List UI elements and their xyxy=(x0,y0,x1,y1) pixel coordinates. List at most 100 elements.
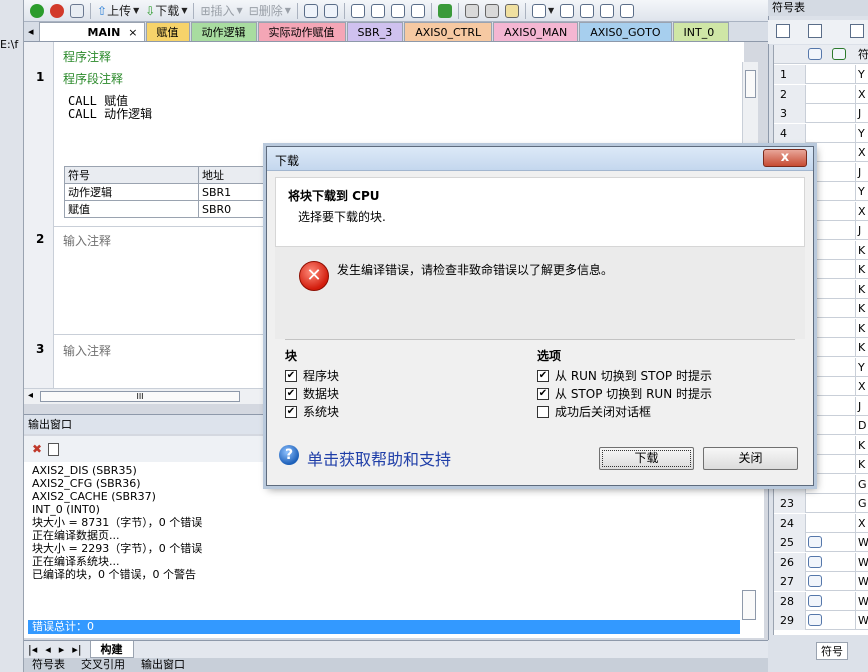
symbol-cell[interactable]: Y xyxy=(858,124,865,143)
nav-first-icon[interactable]: |◂ xyxy=(28,643,37,656)
scroll-thumb[interactable]: III xyxy=(40,391,240,402)
symbol-cell[interactable]: W xyxy=(858,533,868,552)
symbol-cell[interactable]: K xyxy=(858,241,865,260)
symbol-row[interactable]: 29 W xyxy=(774,611,868,630)
checkbox-system-block[interactable]: ✔ 系统块 xyxy=(285,403,339,420)
comment-cell[interactable] xyxy=(830,416,856,435)
nav-last-icon[interactable]: ▸| xyxy=(72,643,81,656)
insert-button[interactable]: ⊞ 插入 ▼ xyxy=(198,2,244,20)
tab-symbol[interactable]: 符号 xyxy=(816,642,848,660)
add-symbol-icon[interactable] xyxy=(776,24,790,38)
nav-next-icon[interactable]: ▸ xyxy=(59,643,65,656)
comment-cell[interactable] xyxy=(830,435,856,455)
comment-cell[interactable] xyxy=(830,221,856,240)
output-log[interactable]: AXIS2_DIS (SBR35) AXIS2_CFG (SBR36) AXIS… xyxy=(24,462,764,638)
unlock-icon[interactable] xyxy=(483,2,501,20)
comment-cell[interactable] xyxy=(830,552,856,572)
symbol-row[interactable]: 2X xyxy=(774,84,868,104)
run-icon[interactable] xyxy=(28,2,46,20)
edit-icon[interactable] xyxy=(578,2,596,20)
comment-cell[interactable] xyxy=(830,143,856,162)
comment-cell[interactable] xyxy=(830,572,856,591)
copy-icon[interactable] xyxy=(48,442,60,456)
comment-cell[interactable] xyxy=(830,591,856,611)
output-scroll-thumb[interactable] xyxy=(742,590,756,620)
comment-cell[interactable] xyxy=(830,611,856,630)
tab-cross-reference[interactable]: 交叉引用 xyxy=(81,658,125,672)
network-icon[interactable] xyxy=(302,2,320,20)
symbol-cell[interactable]: D xyxy=(858,416,866,435)
tab-axis0-goto[interactable]: AXIS0_GOTO xyxy=(579,22,672,41)
comment-cell[interactable] xyxy=(830,201,856,221)
comment-cell[interactable] xyxy=(830,533,856,552)
symbol-cell[interactable]: X xyxy=(858,85,866,104)
symbol-cell[interactable]: J xyxy=(858,163,861,182)
network-comment[interactable]: 程序段注释 xyxy=(63,70,123,87)
checkbox[interactable]: ✔ xyxy=(285,405,297,418)
comment-cell[interactable] xyxy=(830,84,856,104)
nav-prev-icon[interactable]: ◂ xyxy=(45,643,51,656)
comment-cell[interactable] xyxy=(830,260,856,279)
download-button[interactable]: 下载 xyxy=(599,447,694,470)
comment-cell[interactable] xyxy=(830,182,856,201)
delete-button[interactable]: ⊟ 删除 ▼ xyxy=(247,2,293,20)
checkbox-close-on-success[interactable]: 成功后关闭对话框 xyxy=(537,403,651,420)
comment-cell[interactable] xyxy=(830,338,856,357)
comment-cell[interactable] xyxy=(830,396,856,416)
checkbox-data-block[interactable]: ✔ 数据块 xyxy=(285,385,339,402)
symbol-cell[interactable]: W xyxy=(858,572,868,591)
comment-cell[interactable] xyxy=(830,455,856,474)
comment-cell[interactable] xyxy=(830,65,856,84)
close-icon[interactable]: x xyxy=(763,149,807,167)
symbol-row[interactable]: 1Y xyxy=(774,65,868,84)
checkbox[interactable] xyxy=(537,405,549,418)
checkbox-run-to-stop[interactable]: ✔ 从 RUN 切换到 STOP 时提示 xyxy=(537,367,712,384)
symbol-cell[interactable]: K xyxy=(858,280,865,299)
download-button[interactable]: ⇩ 下载 ▼ xyxy=(143,2,189,20)
tab-build[interactable]: 构建 xyxy=(89,641,134,658)
tab-actual-action-assign[interactable]: 实际动作赋值 xyxy=(257,22,346,41)
error-total-line[interactable]: 错误总计：0 xyxy=(28,620,740,634)
sort-icon[interactable] xyxy=(850,24,864,38)
symbol-cell[interactable]: G xyxy=(858,494,867,513)
upload-button[interactable]: ⇧ 上传 ▼ xyxy=(95,2,141,20)
symbol-row[interactable]: 24 X xyxy=(774,513,868,533)
tab-symbol-table[interactable]: 符号表 xyxy=(32,658,65,672)
symbol-cell[interactable]: J xyxy=(858,104,861,123)
symbol-cell[interactable]: W xyxy=(858,592,868,611)
symbol-cell[interactable]: K xyxy=(858,338,865,357)
table-icon[interactable] xyxy=(558,2,576,20)
network-comment[interactable]: 输入注释 xyxy=(63,232,111,249)
comment-cell[interactable] xyxy=(830,318,856,338)
pen-icon[interactable] xyxy=(618,2,636,20)
help-icon[interactable]: ? xyxy=(279,445,299,465)
symbol-cell[interactable]: Y xyxy=(858,358,865,377)
symbol-cell[interactable]: K xyxy=(858,319,865,338)
symbol-cell[interactable]: X xyxy=(858,143,866,162)
comment-cell[interactable] xyxy=(830,357,856,377)
symbol-cell[interactable]: K xyxy=(858,455,865,474)
lock-icon[interactable] xyxy=(463,2,481,20)
symbol-row[interactable]: 28 W xyxy=(774,591,868,611)
symbol-cell[interactable]: J xyxy=(858,397,861,416)
close-button[interactable]: 关闭 xyxy=(703,447,798,470)
table-row[interactable]: 动作逻辑 SBR1 xyxy=(64,183,295,201)
comment-cell[interactable] xyxy=(830,123,856,143)
comment-cell[interactable] xyxy=(830,162,856,182)
checkbox-program-block[interactable]: ✔ 程序块 xyxy=(285,367,339,384)
symbol-row[interactable]: 25 W xyxy=(774,533,868,552)
properties-icon[interactable] xyxy=(598,2,616,20)
program-comment[interactable]: 程序注释 xyxy=(63,48,111,65)
symbol-cell[interactable]: K xyxy=(858,260,865,279)
protect-icon[interactable] xyxy=(503,2,521,20)
checkbox[interactable]: ✔ xyxy=(537,387,549,400)
view-icon[interactable]: ▼ xyxy=(530,2,556,20)
comment-cell[interactable] xyxy=(830,377,856,396)
symbol-cell[interactable]: J xyxy=(858,221,861,240)
comment-cell[interactable] xyxy=(830,474,856,494)
scroll-thumb[interactable] xyxy=(745,70,756,98)
tab-axis0-ctrl[interactable]: AXIS0_CTRL xyxy=(404,22,493,41)
comment-cell[interactable] xyxy=(830,299,856,318)
timer-icon[interactable] xyxy=(409,2,427,20)
symbol-cell[interactable]: G xyxy=(858,475,867,494)
